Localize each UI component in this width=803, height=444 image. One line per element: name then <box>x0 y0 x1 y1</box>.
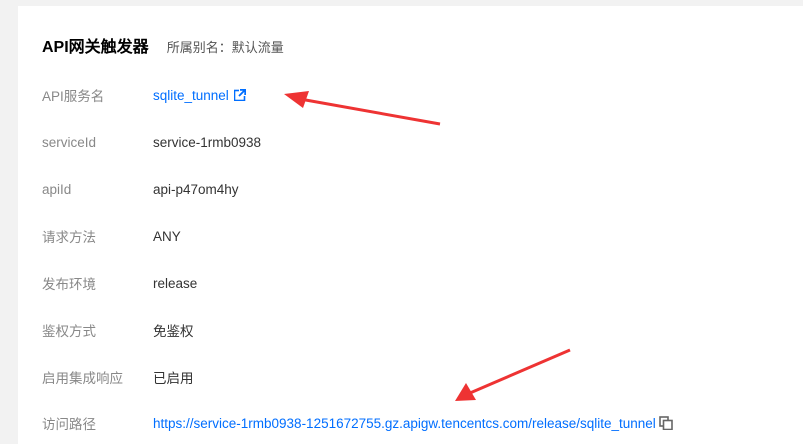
row-access-path: 访问路径 https://service-1rmb0938-1251672755… <box>42 413 673 433</box>
row-service-id: serviceId service-1rmb0938 <box>42 132 261 152</box>
field-label: 请求方法 <box>42 230 96 245</box>
field-value: 已启用 <box>153 371 194 386</box>
api-service-link[interactable]: sqlite_tunnel <box>153 88 246 103</box>
field-label: 启用集成响应 <box>42 371 123 386</box>
alias-text: 所属别名：默认流量 <box>166 40 284 55</box>
copy-icon[interactable] <box>659 416 673 430</box>
field-value: service-1rmb0938 <box>153 134 262 150</box>
row-request-method: 请求方法 ANY <box>42 226 181 246</box>
api-service-link-text: sqlite_tunnel <box>153 87 229 103</box>
field-label: API服务名 <box>42 89 105 104</box>
row-api-service-name: API服务名 sqlite_tunnel <box>42 85 246 105</box>
access-path-link[interactable]: https://service-1rmb0938-1251672755.gz.a… <box>153 416 656 431</box>
card-title: API网关触发器 <box>42 39 149 56</box>
row-integration-response: 启用集成响应 已启用 <box>42 367 194 387</box>
row-release-env: 发布环境 release <box>42 273 197 293</box>
field-label: 访问路径 <box>42 417 96 432</box>
field-label: 鉴权方式 <box>42 324 96 339</box>
field-label: apiId <box>42 181 72 197</box>
trigger-card: API网关触发器 所属别名：默认流量 API服务名 sqlite_tunnel … <box>18 6 803 444</box>
field-value: 免鉴权 <box>153 324 194 339</box>
field-label: 发布环境 <box>42 277 96 292</box>
field-value: ANY <box>153 228 181 244</box>
card-header: API网关触发器 所属别名：默认流量 <box>42 33 284 57</box>
field-label: serviceId <box>42 134 97 150</box>
field-value: release <box>153 275 198 291</box>
field-value: api-p47om4hy <box>153 181 239 197</box>
row-auth-method: 鉴权方式 免鉴权 <box>42 320 194 340</box>
external-link-icon[interactable] <box>233 88 246 101</box>
row-api-id: apiId api-p47om4hy <box>42 179 239 199</box>
